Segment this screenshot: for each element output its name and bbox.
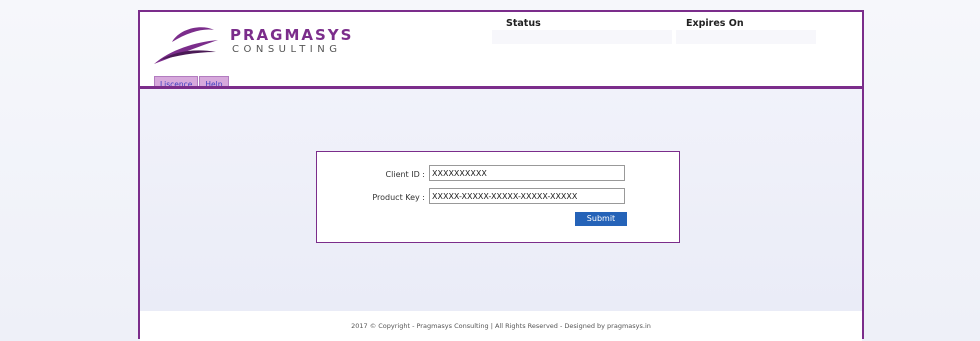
swoosh-logo-icon: [154, 27, 218, 64]
company-logo: PRAGMASYS CONSULTING: [150, 20, 354, 70]
license-form-panel: Client ID : Product Key : Submit: [316, 151, 680, 243]
product-key-input[interactable]: [429, 188, 625, 204]
header: PRAGMASYS CONSULTING Status Expires On L…: [140, 12, 862, 91]
main-content: Client ID : Product Key : Submit: [140, 89, 862, 311]
status-column-header: Status: [506, 18, 541, 29]
expires-column-header: Expires On: [686, 18, 744, 29]
product-key-label: Product Key :: [372, 193, 425, 202]
client-id-input[interactable]: [429, 165, 625, 181]
brand-subtitle: CONSULTING: [232, 44, 342, 55]
expires-value-cell: [676, 30, 816, 44]
status-value-cell: [492, 30, 672, 44]
footer-copyright: 2017 © Copyright - Pragmasys Consulting …: [140, 311, 862, 341]
page-frame: PRAGMASYS CONSULTING Status Expires On L…: [138, 10, 864, 341]
client-id-label: Client ID :: [385, 170, 425, 179]
brand-name: PRAGMASYS: [230, 26, 354, 44]
submit-button[interactable]: Submit: [575, 212, 627, 226]
